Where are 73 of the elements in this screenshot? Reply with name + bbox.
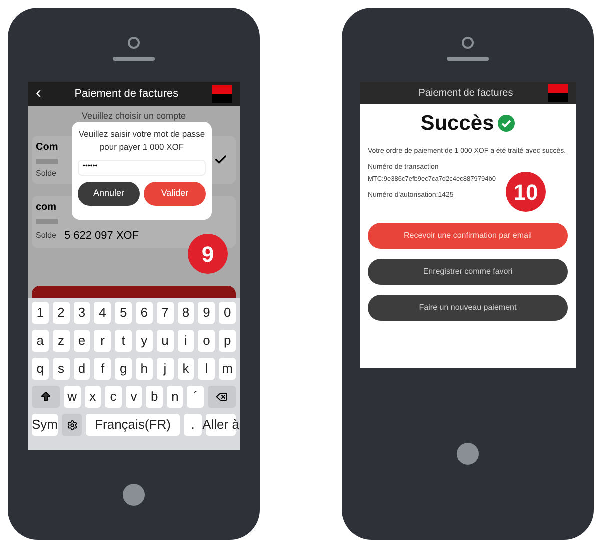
keyboard-key[interactable]: u: [156, 330, 174, 352]
keyboard-key[interactable]: i: [178, 330, 194, 352]
action-button[interactable]: Enregistrer comme favori: [368, 259, 568, 286]
account-name: com: [36, 200, 57, 214]
account-number-bar: [36, 158, 58, 164]
keyboard-key[interactable]: 7: [156, 302, 174, 324]
keyboard-key[interactable]: b: [146, 386, 163, 408]
settings-key[interactable]: [62, 414, 82, 436]
bank-logo-icon: [548, 84, 568, 102]
keyboard-key[interactable]: y: [136, 330, 153, 352]
camera-icon: [128, 37, 140, 49]
keyboard-key[interactable]: f: [94, 358, 112, 380]
shift-key[interactable]: [32, 386, 60, 408]
account-name: Com: [36, 140, 58, 154]
home-button[interactable]: [123, 484, 145, 506]
keyboard-key[interactable]: j: [156, 358, 174, 380]
keyboard-key[interactable]: .: [184, 414, 202, 436]
account-number-bar: [36, 218, 58, 224]
keyboard-key[interactable]: 9: [198, 302, 216, 324]
keyboard-key[interactable]: l: [198, 358, 216, 380]
shift-arrow-icon: [40, 391, 52, 403]
keyboard-key[interactable]: Français(FR): [86, 414, 180, 436]
dialog-button[interactable]: Valider: [144, 182, 206, 206]
keyboard-key[interactable]: s: [52, 358, 70, 380]
keyboard-key[interactable]: r: [94, 330, 112, 352]
keyboard-key[interactable]: Sym: [32, 414, 58, 436]
keyboard-key[interactable]: 3: [74, 302, 90, 324]
keyboard-key[interactable]: c: [105, 386, 122, 408]
screen-title: Paiement de factures: [74, 86, 180, 102]
keyboard-key[interactable]: x: [84, 386, 102, 408]
speaker-icon: [113, 57, 155, 61]
keyboard-key[interactable]: m: [219, 358, 236, 380]
keyboard-key[interactable]: a: [32, 330, 49, 352]
keyboard-key[interactable]: n: [166, 386, 184, 408]
bank-logo-icon: [212, 85, 232, 103]
keyboard-key[interactable]: g: [115, 358, 132, 380]
balance-amount: 5 622 097 XOF: [64, 228, 140, 244]
gear-icon: [66, 420, 78, 430]
keyboard-key[interactable]: q: [32, 358, 49, 380]
keyboard-key[interactable]: 1: [32, 302, 49, 324]
balance-label: Solde: [36, 168, 56, 180]
keyboard-key[interactable]: 6: [136, 302, 153, 324]
keyboard-key[interactable]: v: [126, 386, 142, 408]
keyboard-key[interactable]: 8: [178, 302, 194, 324]
backspace-key[interactable]: [208, 386, 236, 408]
success-heading: Succès: [420, 111, 494, 137]
keyboard-key[interactable]: d: [74, 358, 90, 380]
keyboard-key[interactable]: 4: [94, 302, 112, 324]
keyboard-key[interactable]: o: [198, 330, 216, 352]
camera-icon: [462, 37, 474, 49]
action-button[interactable]: Faire un nouveau paiement: [368, 295, 568, 322]
keyboard-key[interactable]: 0: [219, 302, 236, 324]
keyboard-key[interactable]: e: [74, 330, 90, 352]
keyboard-key[interactable]: t: [115, 330, 132, 352]
keyboard-key[interactable]: 2: [52, 302, 70, 324]
screen-title: Paiement de factures: [418, 86, 514, 100]
speaker-icon: [447, 57, 489, 61]
check-circle-icon: [498, 115, 516, 132]
dialog-button[interactable]: Annuler: [78, 182, 140, 206]
keyboard-key[interactable]: w: [64, 386, 81, 408]
keyboard-key[interactable]: p: [219, 330, 236, 352]
back-button[interactable]: ‹: [36, 82, 42, 106]
backspace-icon: [216, 391, 228, 403]
keyboard-key[interactable]: ´: [187, 386, 204, 408]
balance-label: Solde: [36, 230, 56, 242]
keyboard-key[interactable]: 5: [115, 302, 132, 324]
keyboard-key[interactable]: k: [178, 358, 194, 380]
keyboard-key[interactable]: z: [52, 330, 70, 352]
dialog-message: Veuillez saisir votre mot de passe pour payer 1 000 XOF: [78, 128, 206, 154]
prompt-text: Veuillez choisir un compte: [80, 110, 188, 123]
keyboard-key[interactable]: h: [136, 358, 153, 380]
home-button[interactable]: [457, 443, 479, 465]
check-icon: [214, 152, 228, 166]
